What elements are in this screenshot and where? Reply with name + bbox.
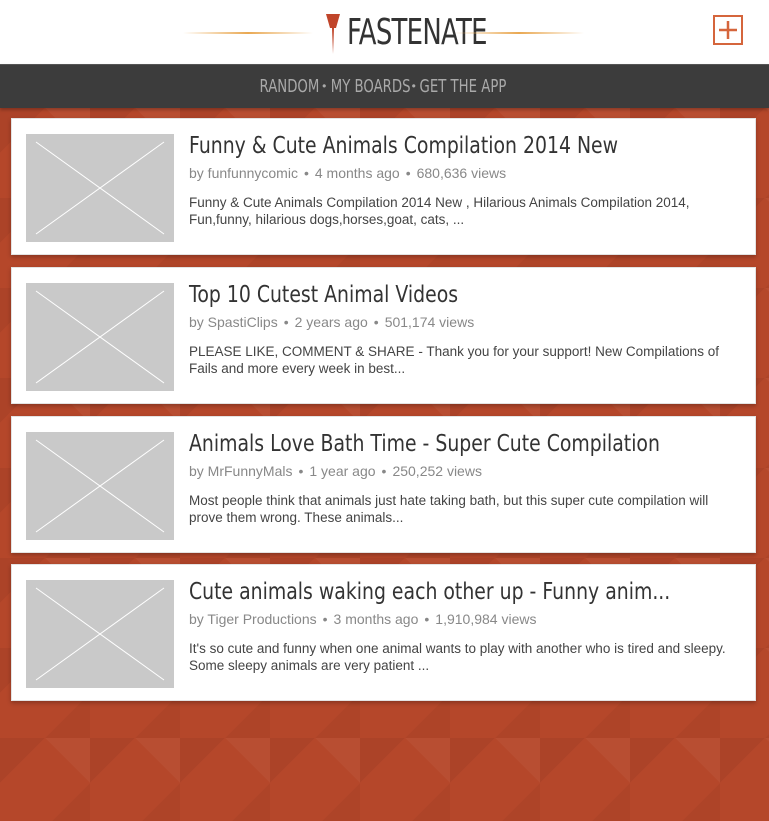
video-title[interactable]: Top 10 Cutest Animal Videos <box>189 280 458 310</box>
video-thumbnail[interactable] <box>26 134 174 242</box>
nav-separator: • <box>411 79 416 93</box>
video-views: 680,636 views <box>416 165 507 181</box>
navbar: RANDOM • MY BOARDS • GET THE APP <box>0 64 769 108</box>
logo-line-left <box>183 32 313 34</box>
video-thumbnail[interactable] <box>26 432 174 540</box>
video-meta: by funfunnycomic • 4 months ago • 680,636 vi… <box>189 165 507 181</box>
add-board-button[interactable] <box>713 15 743 45</box>
video-description: Funny & Cute Animals Compilation 2014 Ne… <box>189 195 690 227</box>
video-age: 1 year ago <box>309 463 376 479</box>
video-age: 3 months ago <box>333 611 419 627</box>
nav-random[interactable]: RANDOM <box>260 76 320 97</box>
video-author[interactable]: by funfunnycomic <box>189 165 298 181</box>
video-views: 501,174 views <box>384 314 475 330</box>
video-description: PLEASE LIKE, COMMENT & SHARE - Thank you… <box>189 344 719 376</box>
image-placeholder-icon <box>35 141 165 235</box>
nav-separator: • <box>322 79 327 93</box>
video-thumbnail[interactable] <box>26 580 174 688</box>
video-meta: by Tiger Productions • 3 months ago • 1,910,… <box>189 611 537 627</box>
video-meta: by SpastiClips • 2 years ago • 501,174 views <box>189 314 475 330</box>
video-card[interactable]: Funny & Cute Animals Compilation 2014 Ne… <box>11 118 756 255</box>
plus-icon <box>719 21 737 39</box>
video-views: 1,910,984 views <box>435 611 537 627</box>
video-card[interactable]: Animals Love Bath Time - Super Cute Comp… <box>11 416 756 553</box>
video-title[interactable]: Funny & Cute Animals Compilation 2014 Ne… <box>189 131 618 161</box>
video-age: 2 years ago <box>294 314 368 330</box>
video-author[interactable]: by Tiger Productions <box>189 611 317 627</box>
image-placeholder-icon <box>35 587 165 681</box>
video-author[interactable]: by SpastiClips <box>189 314 278 330</box>
video-thumbnail[interactable] <box>26 283 174 391</box>
video-card[interactable]: Top 10 Cutest Animal Videos by SpastiCli… <box>11 267 756 404</box>
video-age: 4 months ago <box>314 165 400 181</box>
push-pin-icon <box>326 14 340 54</box>
nav-my-boards[interactable]: MY BOARDS <box>331 76 411 97</box>
video-views: 250,252 views <box>392 463 482 479</box>
video-card[interactable]: Cute animals waking each other up - Funn… <box>11 564 756 701</box>
image-placeholder-icon <box>35 439 165 533</box>
nav-get-the-app[interactable]: GET THE APP <box>419 76 506 97</box>
header: FASTENATE <box>0 0 769 64</box>
video-description: Most people think that animals just hate… <box>189 493 709 525</box>
video-title[interactable]: Cute animals waking each other up - Funn… <box>189 577 670 607</box>
video-title[interactable]: Animals Love Bath Time - Super Cute Comp… <box>189 429 660 459</box>
logo-line-right <box>454 32 584 34</box>
video-author[interactable]: by MrFunnyMals <box>189 463 292 479</box>
image-placeholder-icon <box>35 290 165 384</box>
video-description: It's so cute and funny when one animal w… <box>189 641 726 673</box>
video-meta: by MrFunnyMals • 1 year ago • 250,252 views <box>189 463 482 479</box>
